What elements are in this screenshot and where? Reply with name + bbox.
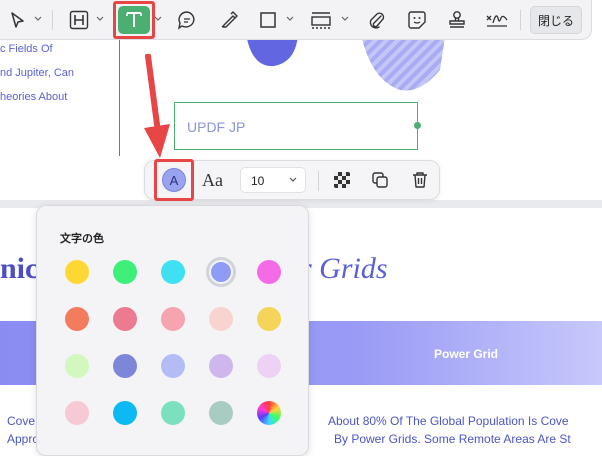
color-swatch[interactable] bbox=[209, 307, 233, 331]
doc-text-line: heories About bbox=[0, 91, 68, 103]
trash-icon[interactable] bbox=[410, 170, 430, 190]
text-annotation-box[interactable]: UPDF JP bbox=[174, 102, 418, 150]
font-size-value: 10 bbox=[251, 174, 265, 188]
select-tool-icon[interactable] bbox=[8, 8, 28, 32]
doc-heading-fragment: nic bbox=[0, 252, 39, 285]
sticker-tool-icon[interactable] bbox=[406, 8, 428, 32]
resize-handle[interactable] bbox=[414, 122, 421, 129]
chevron-down-icon bbox=[289, 177, 297, 182]
color-swatch[interactable] bbox=[113, 260, 137, 284]
color-swatch[interactable] bbox=[65, 401, 89, 425]
font-size-select[interactable]: 10 bbox=[240, 167, 306, 193]
color-swatch[interactable] bbox=[113, 307, 137, 331]
comment-tool-icon[interactable] bbox=[176, 8, 198, 32]
doc-body-line: Appro bbox=[7, 432, 40, 446]
color-swatch[interactable] bbox=[161, 354, 185, 378]
color-swatch[interactable] bbox=[209, 354, 233, 378]
doc-body-line: About 80% Of The Global Population Is Co… bbox=[328, 414, 569, 428]
color-swatch[interactable] bbox=[161, 307, 185, 331]
color-swatch[interactable] bbox=[113, 401, 137, 425]
attach-tool-icon[interactable] bbox=[366, 8, 388, 32]
doc-body-line: Cove bbox=[7, 414, 36, 428]
toolbar-divider bbox=[318, 171, 319, 191]
shape-tool-icon[interactable] bbox=[258, 8, 278, 32]
color-swatch[interactable] bbox=[257, 307, 281, 331]
highlight-tool-icon[interactable] bbox=[68, 8, 90, 32]
color-swatch[interactable] bbox=[161, 401, 185, 425]
popup-title: 文字の色 bbox=[60, 233, 104, 245]
text-annotation-value[interactable]: UPDF JP bbox=[187, 119, 245, 135]
highlight-frame bbox=[113, 1, 155, 39]
stamp-tool-icon[interactable] bbox=[446, 8, 468, 32]
doc-text-line: c Fields Of bbox=[0, 43, 53, 55]
chevron-down-icon[interactable] bbox=[96, 15, 104, 23]
color-swatch[interactable] bbox=[161, 260, 185, 284]
copy-icon[interactable] bbox=[370, 170, 390, 190]
toolbar-divider bbox=[52, 10, 53, 30]
color-swatch[interactable] bbox=[65, 260, 89, 284]
doc-text-line: nd Jupiter, Can bbox=[0, 67, 74, 79]
background-color-icon[interactable] bbox=[332, 170, 352, 190]
color-swatch[interactable] bbox=[65, 307, 89, 331]
red-arrow-annotation bbox=[144, 54, 170, 158]
chevron-down-icon[interactable] bbox=[34, 15, 42, 23]
chevron-down-icon[interactable] bbox=[154, 15, 162, 23]
pencil-tool-icon[interactable] bbox=[218, 8, 240, 32]
highlight-frame bbox=[154, 159, 194, 201]
close-toolbar-button[interactable]: 閉じる bbox=[530, 6, 582, 34]
color-swatch[interactable] bbox=[113, 354, 137, 378]
font-style-button[interactable]: Aa bbox=[202, 170, 223, 191]
color-swatch[interactable] bbox=[257, 260, 281, 284]
color-swatch[interactable] bbox=[209, 260, 233, 284]
color-swatch[interactable] bbox=[257, 354, 281, 378]
signature-tool-icon[interactable] bbox=[484, 8, 510, 32]
band-label: Power Grid bbox=[434, 347, 499, 361]
doc-heading-fragment: r Grids bbox=[300, 252, 388, 285]
annotation-toolbar: 閉じる bbox=[0, 0, 602, 42]
textbox-tool-icon[interactable] bbox=[309, 8, 333, 32]
doc-body-line: By Power Grids. Some Remote Areas Are St bbox=[334, 432, 571, 446]
color-swatch[interactable] bbox=[209, 401, 233, 425]
doc-vertical-rule bbox=[119, 40, 120, 156]
color-swatch[interactable] bbox=[65, 354, 89, 378]
chevron-down-icon[interactable] bbox=[286, 15, 294, 23]
color-swatch[interactable] bbox=[257, 401, 281, 425]
chevron-down-icon[interactable] bbox=[341, 15, 349, 23]
toolbar-divider bbox=[520, 10, 521, 30]
